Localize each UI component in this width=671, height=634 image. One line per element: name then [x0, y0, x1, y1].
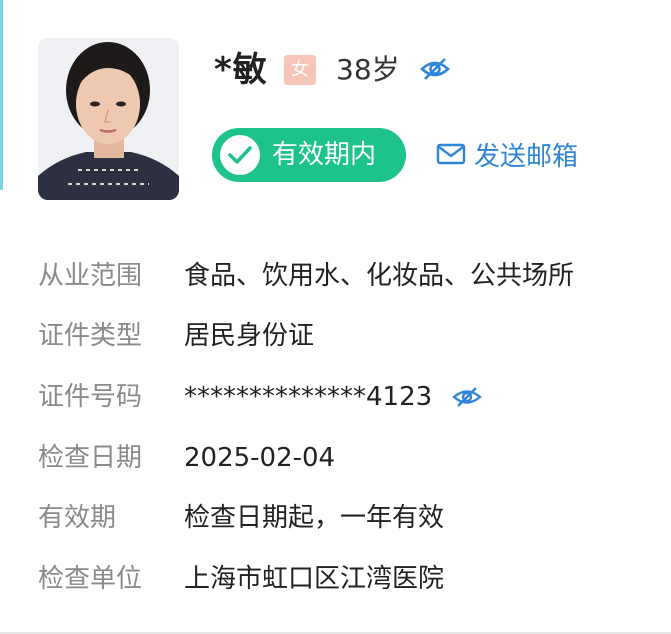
detail-row-validity: 有效期 检查日期起，一年有效	[38, 498, 444, 538]
detail-label: 证件类型	[38, 321, 143, 351]
detail-label: 检查单位	[38, 564, 143, 594]
send-mail-button[interactable]: 发送邮箱	[436, 134, 578, 174]
mail-icon	[436, 142, 466, 166]
person-age: 38岁	[336, 53, 400, 86]
detail-value: 食品、饮用水、化妆品、公共场所	[184, 261, 575, 291]
detail-value: 上海市虹口区江湾医院	[184, 564, 445, 594]
detail-row-check-date: 检查日期 2025-02-04	[38, 438, 335, 478]
eye-hidden-icon[interactable]	[452, 385, 483, 409]
detail-row-id-type: 证件类型 居民身份证	[38, 316, 314, 356]
health-certificate-card: *敏 女 38岁 有效期内 发送邮箱 从业范围 食品、饮用水、化妆品、公共场所	[0, 0, 671, 634]
detail-label: 证件号码	[38, 382, 143, 412]
person-photo-icon	[38, 38, 179, 200]
detail-row-id-number: 证件号码 **************4123	[38, 377, 483, 417]
detail-row-scope: 从业范围 食品、饮用水、化妆品、公共场所	[38, 256, 574, 296]
person-name: *敏	[214, 50, 268, 90]
card-accent-line	[0, 0, 3, 190]
send-mail-label: 发送邮箱	[474, 141, 579, 172]
detail-label: 从业范围	[38, 261, 143, 291]
valid-status-label: 有效期内	[272, 140, 377, 170]
detail-value: 居民身份证	[184, 321, 315, 351]
gender-badge: 女	[284, 55, 316, 85]
id-number-value: **************4123	[184, 382, 433, 412]
avatar	[38, 38, 179, 200]
detail-row-check-unit: 检查单位 上海市虹口区江湾医院	[38, 559, 444, 599]
valid-status-badge: 有效期内	[212, 128, 406, 182]
eye-hidden-icon[interactable]	[420, 56, 450, 82]
detail-value: 2025-02-04	[184, 443, 336, 473]
detail-value: 检查日期起，一年有效	[184, 503, 445, 533]
check-icon	[220, 135, 260, 175]
detail-label: 检查日期	[38, 443, 143, 473]
detail-label: 有效期	[38, 503, 117, 533]
